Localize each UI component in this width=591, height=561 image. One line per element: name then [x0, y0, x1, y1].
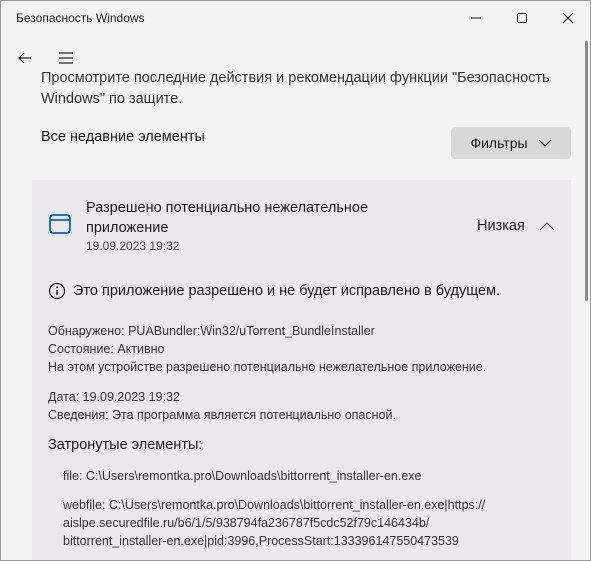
minimize-button[interactable]: [453, 1, 499, 35]
window-title: Безопасность Windows: [16, 11, 145, 25]
back-arrow-icon: [18, 52, 31, 64]
menu-button[interactable]: [55, 47, 77, 69]
intro-text: Просмотрите последние действия и рекомен…: [41, 70, 550, 107]
close-icon: [562, 12, 574, 24]
app-window-icon: [49, 214, 71, 234]
affected-file: file: C:\Users\remontka.pro\Downloads\bi…: [63, 469, 422, 483]
info-text: Это приложение разрешено и не будет испр…: [73, 283, 501, 299]
affected-webfile-line-3: bittorrent_installer-en.exe|pid:3996,Pro…: [63, 534, 459, 548]
details-label: Сведения:: [48, 408, 109, 422]
threat-card: Разрешено потенциально нежелательное при…: [32, 180, 571, 560]
minimize-icon: [471, 17, 481, 19]
recent-items-label: Все недавние элементы: [41, 129, 205, 145]
status-row: Состояние: Активно: [48, 340, 165, 358]
info-row: Это приложение разрешено и не будет испр…: [48, 282, 500, 300]
detected-label: Обнаружено:: [48, 324, 125, 338]
filters-button[interactable]: Фильтры: [451, 127, 571, 159]
status-label: Состояние:: [48, 342, 114, 356]
info-icon: [48, 282, 66, 300]
app-window: Безопасность Windows Просмотрите последн…: [0, 0, 591, 561]
threat-title: Разрешено потенциально нежелательное при…: [86, 200, 369, 236]
scrollbar[interactable]: [585, 41, 588, 301]
maximize-icon: [517, 13, 527, 23]
severity-label: Низкая: [477, 218, 525, 234]
status-value: Активно: [117, 342, 165, 356]
date-label: Дата:: [48, 390, 80, 404]
back-button[interactable]: [14, 47, 36, 69]
title-bar: Безопасность Windows: [1, 1, 590, 37]
affected-webfile-line-2: aislpe.securedfile.ru/b6/1/5/938794fa236…: [63, 516, 430, 530]
chevron-down-icon: [538, 139, 551, 147]
collapse-button[interactable]: [537, 216, 557, 236]
affected-webfile-line-1: webfile: C:\Users\remontka.pro\Downloads…: [63, 498, 486, 512]
close-button[interactable]: [545, 1, 590, 35]
date-row: Дата: 19.09.2023 19:32: [48, 388, 180, 406]
details-value: Эта программа является потенциально опас…: [112, 408, 396, 422]
detected-row: Обнаружено: PUABundler:Win32/uTorrent_Bu…: [48, 322, 375, 340]
date-value: 19.09.2023 19:32: [82, 390, 180, 404]
status-note: На этом устройстве разрешено потенциальн…: [48, 360, 487, 374]
affected-heading: Затронутые элементы:: [48, 437, 203, 453]
maximize-button[interactable]: [499, 1, 545, 35]
detected-value: PUABundler:Win32/uTorrent_BundleInstalle…: [128, 324, 375, 338]
details-row: Сведения: Эта программа является потенци…: [48, 406, 396, 424]
filters-label: Фильтры: [470, 135, 528, 151]
chevron-up-icon: [539, 222, 555, 231]
hamburger-menu-icon: [59, 52, 73, 64]
threat-date: 19.09.2023 19:32: [86, 239, 180, 253]
